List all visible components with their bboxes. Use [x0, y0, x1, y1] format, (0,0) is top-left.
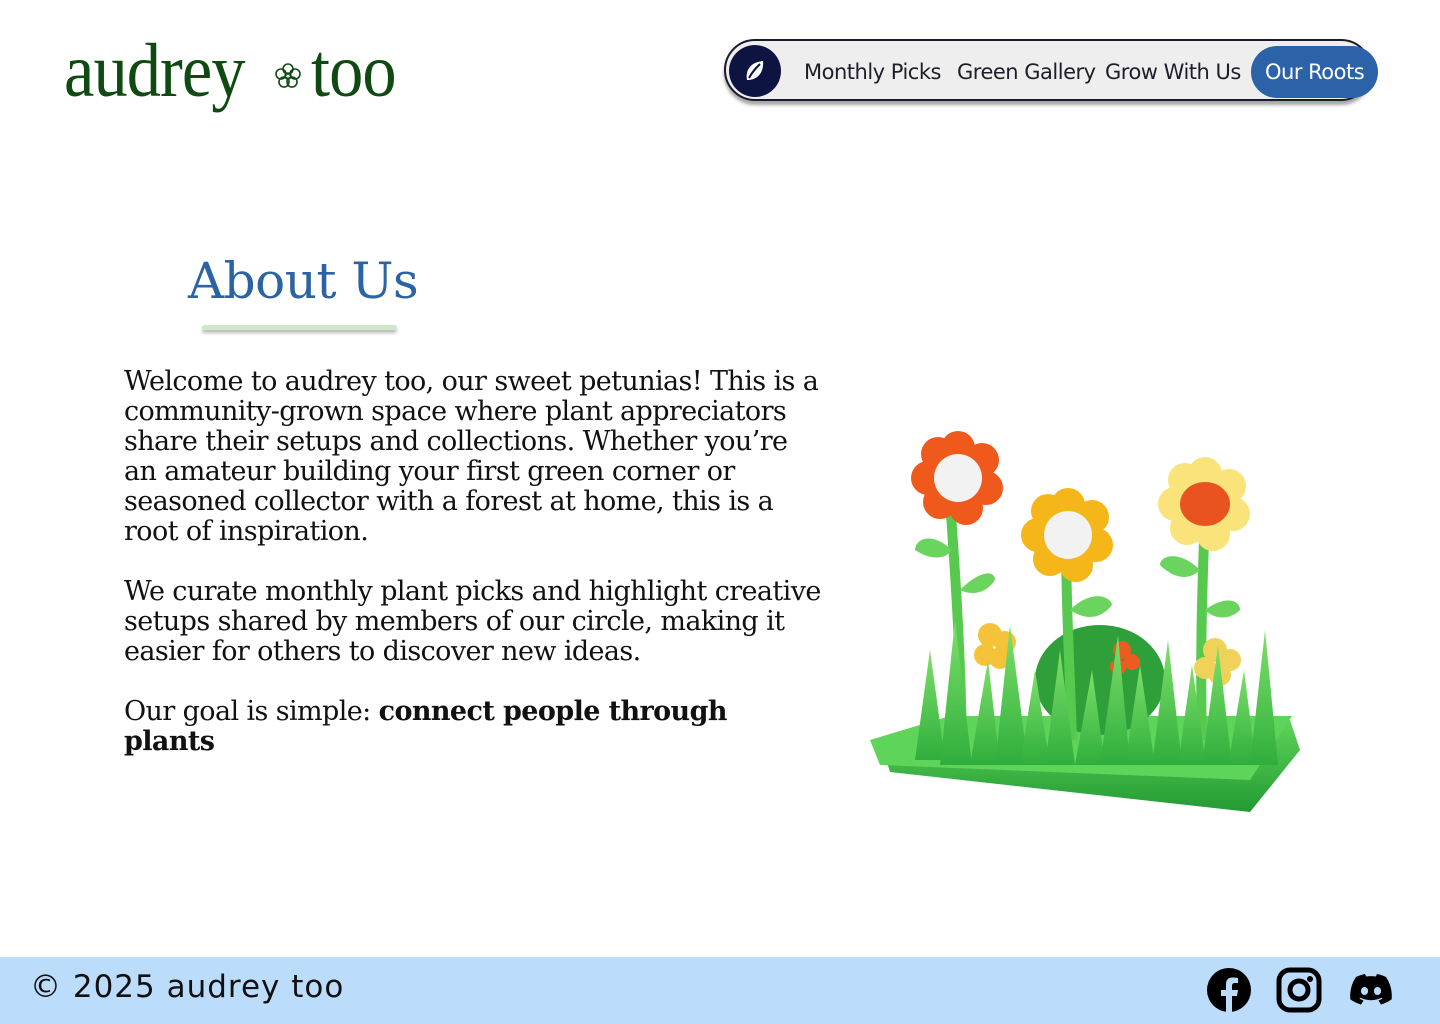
home-button[interactable]	[729, 45, 781, 97]
about-copy: Welcome to audrey too, our sweet petunia…	[124, 367, 824, 787]
nav-monthly-picks[interactable]: Monthly Picks	[804, 49, 941, 95]
leaf-icon	[746, 61, 764, 80]
title-underline	[202, 325, 397, 330]
facebook-icon[interactable]	[1206, 967, 1252, 1013]
about-paragraph-1: Welcome to audrey too, our sweet petunia…	[124, 366, 819, 547]
brand-word-audrey: audrey	[64, 29, 246, 113]
nav-our-roots[interactable]: Our Roots	[1251, 46, 1379, 98]
flower-garden-illustration	[870, 431, 1300, 812]
brand-logo[interactable]: audrey too	[64, 26, 405, 116]
about-paragraph-2: We curate monthly plant picks and highli…	[124, 576, 821, 667]
site-footer: © 2025 audrey too	[0, 957, 1440, 1024]
main-nav: Monthly Picks Green Gallery Grow With Us…	[724, 39, 1379, 101]
copyright-text: © 2025 audrey too	[30, 969, 345, 1005]
flower-icon	[274, 63, 301, 88]
nav-grow-with-us[interactable]: Grow With Us	[1105, 49, 1241, 95]
brand-word-too: too	[310, 29, 397, 113]
goal-lead: Our goal is simple:	[124, 696, 379, 727]
page-title: About Us	[188, 252, 419, 310]
instagram-icon[interactable]	[1276, 967, 1322, 1013]
nav-green-gallery[interactable]: Green Gallery	[957, 49, 1096, 95]
about-paragraph-3: Our goal is simple: connect people throu…	[124, 697, 824, 757]
discord-icon[interactable]	[1348, 967, 1394, 1013]
